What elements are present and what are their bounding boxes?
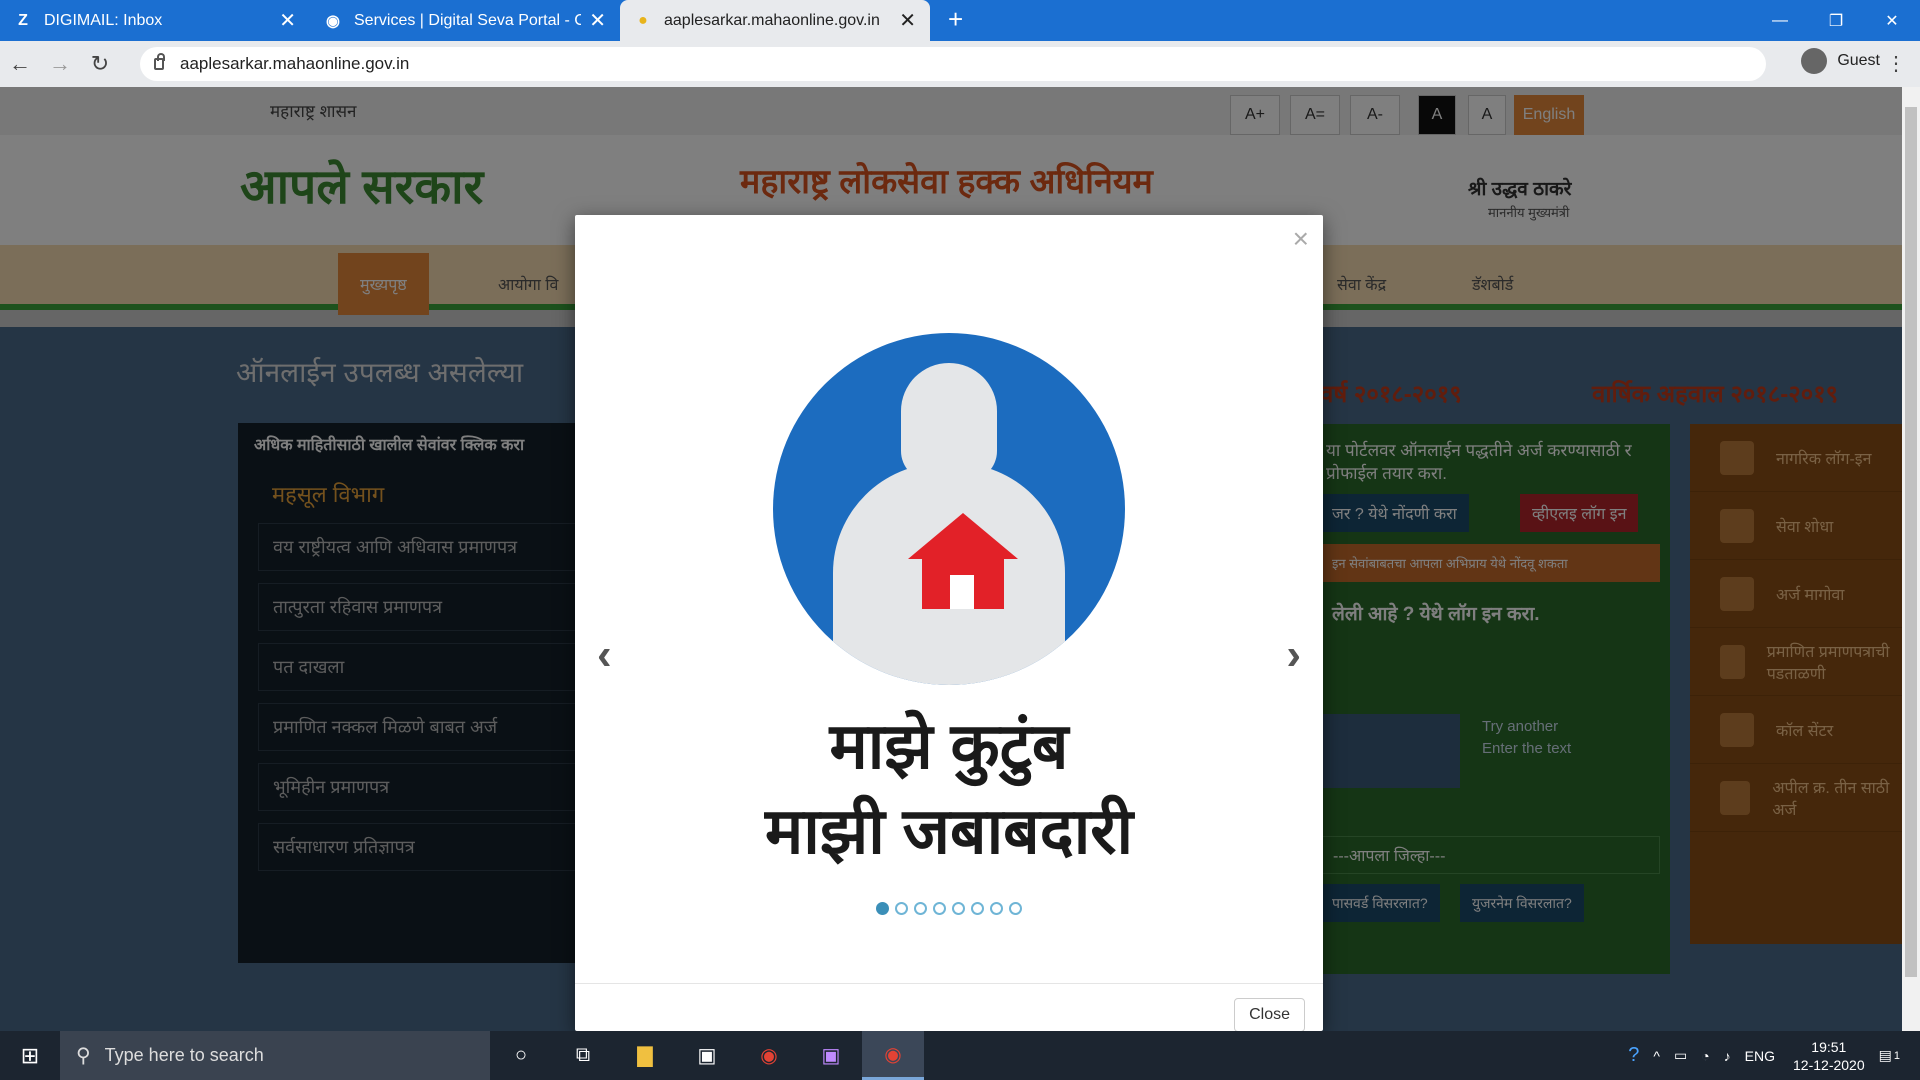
image-carousel: माझे कुटुंब माझी जबाबदारी ‹ › <box>575 255 1323 935</box>
page-scrollbar[interactable] <box>1902 87 1920 1031</box>
profile-label: Guest <box>1837 52 1880 69</box>
chevron-up-icon[interactable]: ^ <box>1653 1048 1660 1064</box>
chrome-icon[interactable]: ◉ <box>738 1031 800 1080</box>
next-slide-icon[interactable]: › <box>1286 630 1301 680</box>
taskbar-search[interactable]: ⚲ Type here to search <box>60 1031 490 1080</box>
clock-date: 12-12-2020 <box>1793 1056 1865 1073</box>
clock-time: 19:51 <box>1811 1038 1847 1055</box>
z-logo-icon: Z <box>18 11 28 29</box>
menu-kebab-icon[interactable]: ⋮ <box>1886 51 1906 76</box>
new-tab-icon[interactable]: + <box>948 4 963 35</box>
carousel-dot[interactable] <box>876 902 889 915</box>
address-bar[interactable]: aaplesarkar.mahaonline.gov.in <box>140 47 1766 81</box>
lock-icon <box>154 53 165 70</box>
carousel-dot[interactable] <box>933 902 946 915</box>
slogan-line-1: माझे कुटुंब <box>829 710 1069 782</box>
notification-icon[interactable]: ▤ <box>1879 1047 1892 1064</box>
language-indicator[interactable]: ENG <box>1745 1048 1775 1064</box>
tab-aaplesarkar[interactable]: ● aaplesarkar.mahaonline.gov.in ✕ <box>620 0 930 41</box>
carousel-dot[interactable] <box>1009 902 1022 915</box>
restore-icon[interactable]: ❐ <box>1808 0 1864 41</box>
premiere-icon[interactable]: ▣ <box>800 1031 862 1080</box>
carousel-dot[interactable] <box>971 902 984 915</box>
minimize-icon[interactable]: — <box>1752 0 1808 41</box>
windows-start-icon[interactable]: ⊞ <box>0 1031 60 1080</box>
cortana-icon[interactable]: ○ <box>490 1031 552 1080</box>
notification-count: 1 <box>1893 1049 1900 1062</box>
back-icon[interactable]: ← <box>0 51 40 77</box>
window-controls: — ❐ ✕ <box>1752 0 1920 41</box>
modal-close-icon[interactable]: × <box>1293 223 1309 255</box>
person-head <box>901 363 997 481</box>
avatar-icon <box>1801 48 1828 74</box>
search-placeholder: Type here to search <box>104 1045 264 1065</box>
pycharm-icon[interactable]: ▣ <box>676 1031 738 1080</box>
clock[interactable]: 19:51 12-12-2020 <box>1793 1038 1865 1074</box>
site-globe-icon: ● <box>638 11 648 29</box>
close-button[interactable]: Close <box>1234 998 1305 1032</box>
modal-footer: Close <box>575 983 1323 1032</box>
prev-slide-icon[interactable]: ‹ <box>597 630 612 680</box>
carousel-dot[interactable] <box>914 902 927 915</box>
tab-digital-seva[interactable]: ◉ Services | Digital Seva Portal - CS ✕ <box>310 0 620 41</box>
browser-toolbar: ← → ↻ aaplesarkar.mahaonline.gov.in Gues… <box>0 41 1920 87</box>
slogan-line-2: माझी जबाबदारी <box>764 795 1134 867</box>
tab-strip: Z DIGIMAIL: Inbox ✕ ◉ Services | Digital… <box>0 0 1920 41</box>
carousel-dot[interactable] <box>895 902 908 915</box>
profile-button[interactable]: Guest <box>1801 48 1880 74</box>
portal-icon: ◉ <box>326 12 340 30</box>
wifi-icon[interactable]: ◔ <box>1701 1048 1709 1064</box>
forward-icon[interactable]: → <box>40 51 80 77</box>
battery-icon[interactable]: ▭ <box>1674 1047 1687 1064</box>
reload-icon[interactable]: ↻ <box>80 51 120 77</box>
url-text: aaplesarkar.mahaonline.gov.in <box>180 54 410 73</box>
tab-title: Services | Digital Seva Portal - CS <box>354 11 582 29</box>
house-door <box>950 575 974 609</box>
carousel-dot[interactable] <box>990 902 1003 915</box>
system-tray: ? ^ ▭ ◔ ♪ ENG 19:51 12-12-2020 ▤ 1 <box>1614 1031 1900 1080</box>
close-tab-icon[interactable]: ✕ <box>899 8 916 33</box>
file-explorer-icon[interactable]: ▇ <box>614 1031 676 1080</box>
task-view-icon[interactable]: ⧉ <box>552 1031 614 1080</box>
tab-title: aaplesarkar.mahaonline.gov.in <box>664 11 880 29</box>
tab-title: DIGIMAIL: Inbox <box>44 11 163 29</box>
house-icon <box>908 513 1018 613</box>
close-tab-icon[interactable]: ✕ <box>279 8 296 33</box>
search-icon: ⚲ <box>76 1045 91 1067</box>
help-icon[interactable]: ? <box>1628 1044 1639 1067</box>
roof-shape <box>908 513 1018 559</box>
announcement-modal: × माझे कुटुंब माझी जबाबदारी ‹ › Close <box>575 215 1323 1032</box>
scrollbar-thumb[interactable] <box>1905 107 1917 977</box>
volume-icon[interactable]: ♪ <box>1724 1048 1731 1064</box>
close-window-icon[interactable]: ✕ <box>1864 0 1920 41</box>
carousel-dot[interactable] <box>952 902 965 915</box>
close-tab-icon[interactable]: ✕ <box>589 8 606 33</box>
windows-taskbar: ⊞ ⚲ Type here to search ○ ⧉ ▇ ▣ ◉ ▣ ◉ ? … <box>0 1031 1920 1080</box>
tab-digimail[interactable]: Z DIGIMAIL: Inbox ✕ <box>0 0 310 41</box>
family-responsibility-graphic <box>773 333 1125 685</box>
chrome-active-icon[interactable]: ◉ <box>862 1031 924 1080</box>
carousel-indicators <box>575 902 1323 915</box>
